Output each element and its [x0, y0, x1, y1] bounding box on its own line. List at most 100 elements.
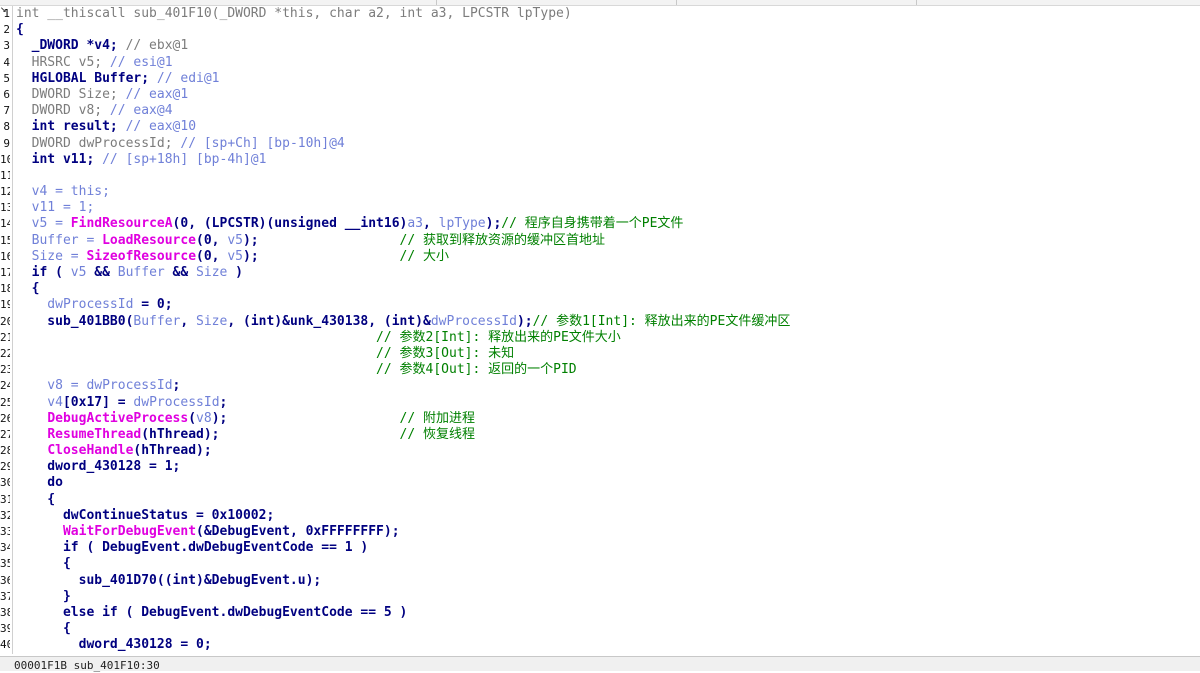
code-token: (	[188, 410, 197, 426]
code-text: {	[16, 556, 71, 572]
line-number: 24	[0, 379, 10, 393]
code-line[interactable]: 9 DWORD dwProcessId; // [sp+Ch] [bp-10h]…	[0, 136, 1200, 152]
code-text: v4 = this;	[16, 184, 110, 200]
code-line[interactable]: 17 if ( v5 && Buffer && Size )	[0, 265, 1200, 281]
code-line[interactable]: 18 {	[0, 281, 1200, 297]
code-token: else if ( DebugEvent.dwDebugEventCode ==…	[16, 604, 408, 620]
code-line[interactable]: 33 WaitForDebugEvent(&DebugEvent, 0xFFFF…	[0, 524, 1200, 540]
code-line[interactable]: 19 dwProcessId = 0;	[0, 297, 1200, 313]
code-line[interactable]: 40 dword_430128 = 0;	[0, 637, 1200, 653]
code-line[interactable]: 1 int __thiscall sub_401F10(_DWORD *this,…	[0, 6, 1200, 22]
code-line[interactable]: 29 dword_430128 = 1;	[0, 459, 1200, 475]
code-text: int result; // eax@10	[16, 119, 196, 135]
code-line[interactable]: 3 _DWORD *v4; // ebx@1	[0, 38, 1200, 54]
code-line[interactable]: 7 DWORD v8; // eax@4	[0, 103, 1200, 119]
code-line[interactable]: 32 dwContinueStatus = 0x10002;	[0, 508, 1200, 524]
code-token: dwProcessId	[133, 394, 220, 410]
line-number: 18	[0, 282, 10, 296]
code-line[interactable]: 5 HGLOBAL Buffer; // edi@1	[0, 71, 1200, 87]
code-token: Buffer	[117, 265, 165, 280]
code-token: {	[16, 556, 71, 572]
line-number: 30	[0, 476, 10, 490]
code-text: if ( v5 && Buffer && Size )	[16, 265, 243, 281]
code-line[interactable]: 12 v4 = this;	[0, 184, 1200, 200]
code-line[interactable]: 26 DebugActiveProcess(v8); // 附加进程	[0, 411, 1200, 427]
line-number: 10	[0, 152, 10, 166]
api-call-token: FindResourceA	[70, 216, 173, 232]
code-text: dwContinueStatus = 0x10002;	[16, 508, 274, 524]
line-number: 21	[0, 330, 10, 344]
code-token: );	[211, 410, 400, 426]
code-line[interactable]: 16 Size = SizeofResource(0, v5); // 大小	[0, 249, 1200, 265]
code-token: [0x17] =	[62, 394, 134, 410]
code-token: DWORD Size;	[16, 86, 126, 102]
code-text: if ( DebugEvent.dwDebugEventCode == 1 )	[16, 540, 368, 556]
code-token: // edi@1	[156, 70, 220, 86]
code-token: dwProcessId	[16, 297, 134, 313]
line-number: 35	[0, 557, 10, 571]
code-line[interactable]: 10 int v11; // [sp+18h] [bp-4h]@1	[0, 152, 1200, 168]
line-number: 40	[0, 638, 10, 652]
code-text: v4[0x17] = dwProcessId;	[16, 395, 227, 411]
code-token: dwProcessId	[86, 378, 173, 394]
code-line[interactable]: 11	[0, 168, 1200, 184]
line-number: 11	[0, 168, 10, 182]
line-number: 25	[0, 395, 10, 409]
line-number: 5	[3, 71, 10, 85]
code-text: DWORD v8; // eax@4	[16, 103, 173, 119]
line-number: 32	[0, 508, 10, 522]
code-text: // 参数3[Out]: 未知	[16, 346, 514, 362]
code-comment: // 参数2[Int]: 释放出来的PE文件大小	[376, 329, 621, 345]
code-text: sub_401D70((int)&DebugEvent.u);	[16, 573, 322, 589]
code-line[interactable]: 30 do	[0, 475, 1200, 491]
code-text: // 参数4[Out]: 返回的一个PID	[16, 362, 577, 378]
code-line[interactable]: 15 Buffer = LoadResource(0, v5); // 获取到释…	[0, 233, 1200, 249]
code-line[interactable]: 24 v8 = dwProcessId;	[0, 378, 1200, 394]
code-comment: // 参数3[Out]: 未知	[376, 345, 515, 361]
code-line[interactable]: 23 // 参数4[Out]: 返回的一个PID	[0, 362, 1200, 378]
code-line[interactable]: 25 v4[0x17] = dwProcessId;	[0, 395, 1200, 411]
code-token: v8 =	[16, 378, 87, 394]
code-comment: // 参数4[Out]: 返回的一个PID	[376, 362, 577, 378]
code-text: dword_430128 = 1;	[16, 459, 180, 475]
code-text: dword_430128 = 0;	[16, 637, 212, 653]
code-line[interactable]: 38 else if ( DebugEvent.dwDebugEventCode…	[0, 605, 1200, 621]
line-number: 37	[0, 589, 10, 603]
code-text: v8 = dwProcessId;	[16, 378, 180, 394]
code-token: v4	[16, 394, 63, 410]
code-line[interactable]: 35 {	[0, 556, 1200, 572]
code-line[interactable]: 6 DWORD Size; // eax@1	[0, 87, 1200, 103]
code-line[interactable]: 27 ResumeThread(hThread); // 恢复线程	[0, 427, 1200, 443]
code-text: sub_401BB0(Buffer, Size, (int)&unk_43013…	[16, 314, 790, 330]
code-token: int v11;	[16, 151, 103, 167]
line-number: 29	[0, 460, 10, 474]
code-token: Buffer =	[16, 232, 103, 248]
code-text: }	[16, 589, 71, 605]
code-line[interactable]: 4 HRSRC v5; // esi@1	[0, 55, 1200, 71]
code-line[interactable]: 14 v5 = FindResourceA(0, (LPCSTR)(unsign…	[0, 216, 1200, 232]
code-text: {	[16, 22, 24, 38]
line-number: 13	[0, 201, 10, 215]
code-token: a3	[407, 216, 424, 232]
code-line[interactable]: 20 sub_401BB0(Buffer, Size, (int)&unk_43…	[0, 314, 1200, 330]
code-line[interactable]: 21 // 参数2[Int]: 释放出来的PE文件大小	[0, 330, 1200, 346]
code-token: );	[516, 313, 533, 329]
pseudocode-view[interactable]: 1 int __thiscall sub_401F10(_DWORD *this,…	[0, 6, 1200, 654]
code-text: else if ( DebugEvent.dwDebugEventCode ==…	[16, 605, 407, 621]
code-token: (&DebugEvent, 0xFFFFFFFF);	[196, 524, 400, 539]
code-line[interactable]: 28 CloseHandle(hThread);	[0, 443, 1200, 459]
code-token: v5 =	[16, 216, 71, 232]
code-token: ,	[180, 313, 197, 329]
code-line[interactable]: 8 int result; // eax@10	[0, 119, 1200, 135]
code-line[interactable]: 36 sub_401D70((int)&DebugEvent.u);	[0, 573, 1200, 589]
code-text: v5 = FindResourceA(0, (LPCSTR)(unsigned …	[16, 216, 684, 232]
code-line[interactable]: 13 v11 = 1;	[0, 200, 1200, 216]
code-line[interactable]: 2{	[0, 22, 1200, 38]
line-number: 16	[0, 249, 10, 263]
code-line[interactable]: 31 {	[0, 492, 1200, 508]
code-line[interactable]: 39 {	[0, 621, 1200, 637]
code-line[interactable]: 37 }	[0, 589, 1200, 605]
code-line[interactable]: 34 if ( DebugEvent.dwDebugEventCode == 1…	[0, 540, 1200, 556]
code-line[interactable]: 22 // 参数3[Out]: 未知	[0, 346, 1200, 362]
